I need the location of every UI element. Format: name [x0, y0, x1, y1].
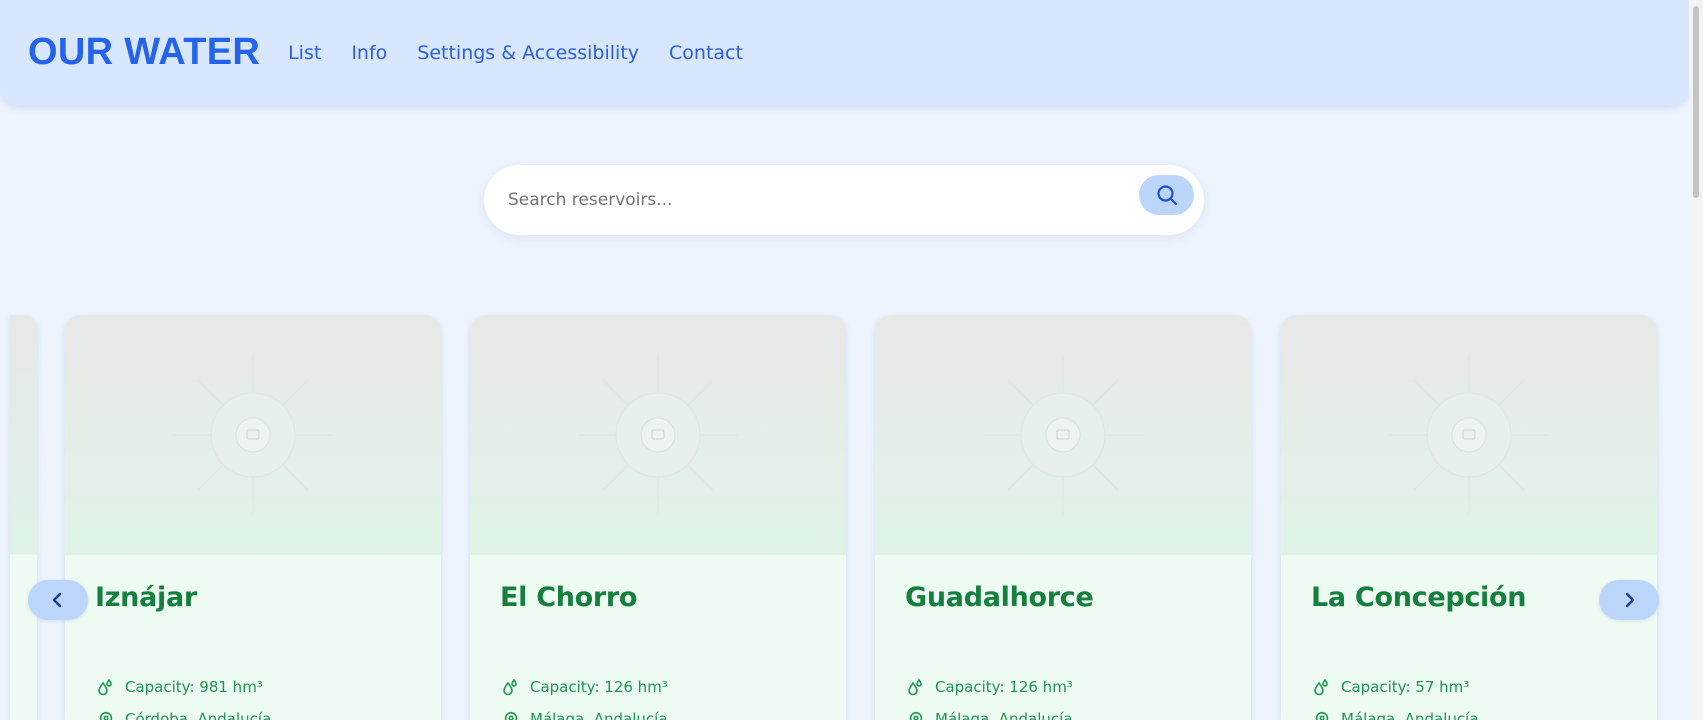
reservoir-card[interactable]: La Concepción Capacity: 57 hm³ Málaga, A… [1281, 315, 1657, 720]
nav-link-settings[interactable]: Settings & Accessibility [417, 42, 639, 64]
search-button[interactable] [1139, 175, 1194, 215]
location-text: Málaga, Andalucía [1341, 710, 1479, 720]
search-input[interactable] [508, 185, 1098, 215]
location-pin-icon [95, 708, 117, 720]
card-image-placeholder [875, 315, 1251, 555]
water-drop-icon [500, 676, 522, 698]
site-logo[interactable]: OUR WATER [28, 31, 260, 74]
card-capacity: Capacity: 126 hm³ [500, 676, 668, 698]
nav-link-list[interactable]: List [288, 42, 321, 64]
image-placeholder-icon [1389, 355, 1549, 515]
reservoir-card[interactable]: Iznájar Capacity: 981 hm³ Córdoba, Andal… [65, 315, 441, 720]
location-text: Córdoba, Andalucía [125, 710, 272, 720]
chevron-right-icon [1625, 592, 1635, 608]
capacity-text: Capacity: 981 hm³ [125, 678, 263, 696]
card-capacity: Capacity: 126 hm³ [905, 676, 1073, 698]
page-scrollbar[interactable] [1689, 0, 1703, 720]
partial-card-left [10, 315, 37, 720]
capacity-text: Capacity: 57 hm³ [1341, 678, 1470, 696]
card-capacity: Capacity: 57 hm³ [1311, 676, 1469, 698]
scrollbar-thumb[interactable] [1693, 6, 1699, 198]
chevron-left-icon [52, 592, 62, 608]
reservoir-card[interactable]: El Chorro Capacity: 126 hm³ Málaga, Anda… [470, 315, 846, 720]
card-title: La Concepción [1311, 582, 1527, 613]
nav-link-contact[interactable]: Contact [669, 42, 743, 64]
card-image-placeholder [470, 315, 846, 555]
location-pin-icon [500, 708, 522, 720]
water-drop-icon [905, 676, 927, 698]
search-bar [484, 165, 1204, 235]
card-title: Guadalhorce [905, 582, 1094, 613]
image-placeholder-icon [173, 355, 333, 515]
carousel-next-button[interactable] [1599, 580, 1659, 620]
reservoir-card[interactable]: Guadalhorce Capacity: 126 hm³ Málaga, An… [875, 315, 1251, 720]
location-text: Málaga, Andalucía [935, 710, 1073, 720]
image-placeholder-icon [578, 355, 738, 515]
location-pin-icon [905, 708, 927, 720]
location-pin-icon [1311, 708, 1333, 720]
card-title: Iznájar [95, 582, 197, 613]
image-placeholder-icon [983, 355, 1143, 515]
water-drop-icon [1311, 676, 1333, 698]
top-header: OUR WATER List Info Settings & Accessibi… [0, 0, 1689, 105]
search-icon [1156, 185, 1177, 206]
card-capacity: Capacity: 981 hm³ [95, 676, 263, 698]
card-location: Córdoba, Andalucía [95, 708, 271, 720]
carousel-prev-button[interactable] [28, 580, 88, 620]
capacity-text: Capacity: 126 hm³ [530, 678, 668, 696]
water-drop-icon [95, 676, 117, 698]
location-text: Málaga, Andalucía [530, 710, 668, 720]
card-location: Málaga, Andalucía [905, 708, 1073, 720]
card-title: El Chorro [500, 582, 638, 613]
card-location: Málaga, Andalucía [500, 708, 668, 720]
card-image-placeholder [1281, 315, 1657, 555]
main-nav: List Info Settings & Accessibility Conta… [288, 42, 743, 64]
card-image-placeholder [65, 315, 441, 555]
capacity-text: Capacity: 126 hm³ [935, 678, 1073, 696]
nav-link-info[interactable]: Info [351, 42, 387, 64]
card-location: Málaga, Andalucía [1311, 708, 1479, 720]
